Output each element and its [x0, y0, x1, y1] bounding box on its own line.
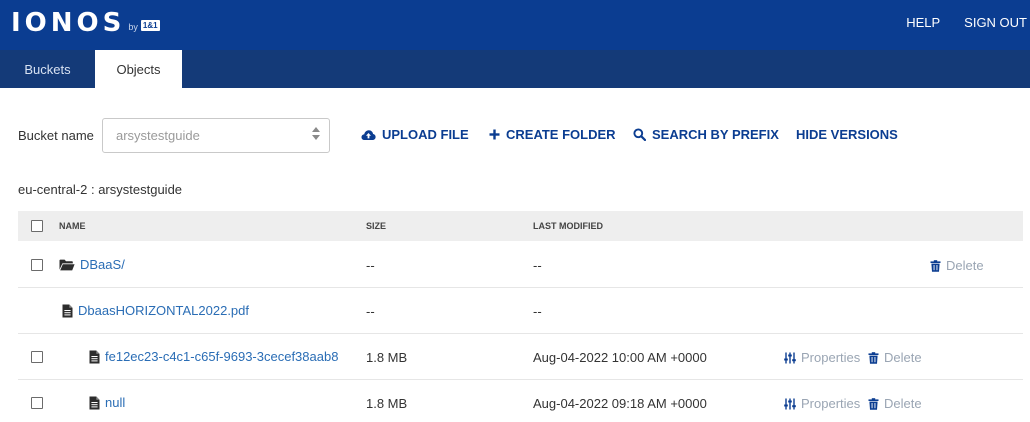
bucket-select-value: arsystestguide [116, 128, 200, 143]
row-size: 1.8 MB [366, 350, 408, 365]
search-icon [633, 128, 646, 141]
tab-objects[interactable]: Objects [95, 50, 182, 88]
delete-button[interactable]: Delete [930, 258, 984, 273]
properties-label: Properties [801, 396, 861, 411]
file-icon [89, 396, 100, 409]
select-all-checkbox[interactable] [31, 220, 43, 232]
row-name: fe12ec23-c4c1-c65f-9693-3cecef38aab8 [89, 349, 338, 364]
ionos-logo[interactable]: IONOS by 1&1 [11, 8, 160, 38]
folder-icon [59, 259, 75, 270]
logo-wordmark: IONOS [11, 8, 126, 38]
delete-button[interactable]: Delete [868, 396, 922, 411]
tab-bar: Buckets Objects [0, 50, 1030, 88]
delete-label: Delete [884, 396, 922, 411]
delete-label: Delete [884, 350, 922, 365]
logo-brand-badge: 1&1 [140, 20, 160, 31]
row-checkbox[interactable] [31, 351, 43, 363]
properties-label: Properties [801, 350, 861, 365]
select-arrows-icon [312, 127, 320, 140]
row-name: null [89, 395, 125, 410]
sign-out-link[interactable]: SIGN OUT [964, 15, 1027, 30]
row-last-modified: Aug-04-2022 10:00 AM +0000 [533, 350, 707, 365]
version-link[interactable]: null [105, 395, 125, 410]
bucket-name-label: Bucket name [18, 128, 94, 143]
column-header-last-modified[interactable]: LAST MODIFIED [533, 221, 603, 231]
file-icon [62, 304, 73, 317]
properties-button[interactable]: Properties [784, 396, 860, 411]
help-link[interactable]: HELP [906, 15, 940, 30]
row-last-modified: -- [533, 304, 542, 319]
row-name: DbaasHORIZONTAL2022.pdf [62, 303, 249, 318]
table-row: fe12ec23-c4c1-c65f-9693-3cecef38aab8 1.8… [18, 334, 1023, 380]
file-link[interactable]: DbaasHORIZONTAL2022.pdf [78, 303, 249, 318]
version-link[interactable]: fe12ec23-c4c1-c65f-9693-3cecef38aab8 [105, 349, 338, 364]
row-last-modified: -- [533, 258, 542, 273]
tab-buckets[interactable]: Buckets [0, 50, 95, 88]
delete-label: Delete [946, 258, 984, 273]
search-by-prefix-label: SEARCH BY PREFIX [652, 127, 779, 142]
create-folder-button[interactable]: CREATE FOLDER [489, 127, 616, 142]
sliders-icon [784, 398, 796, 409]
row-last-modified: Aug-04-2022 09:18 AM +0000 [533, 396, 707, 411]
top-header: IONOS by 1&1 HELP SIGN OUT [0, 0, 1030, 50]
row-checkbox[interactable] [31, 259, 43, 271]
hide-versions-button[interactable]: HIDE VERSIONS [796, 127, 898, 142]
column-header-name[interactable]: NAME [59, 221, 86, 231]
table-header: NAME SIZE LAST MODIFIED [18, 211, 1023, 241]
delete-button[interactable]: Delete [868, 350, 922, 365]
search-by-prefix-button[interactable]: SEARCH BY PREFIX [633, 127, 779, 142]
trash-icon [868, 351, 879, 364]
trash-icon [868, 397, 879, 410]
column-header-size[interactable]: SIZE [366, 221, 386, 231]
trash-icon [930, 259, 941, 272]
header-links: HELP SIGN OUT [882, 0, 1030, 45]
upload-file-button[interactable]: UPLOAD FILE [361, 127, 469, 142]
table-row: DBaaS/ -- -- Delete [18, 242, 1023, 288]
bucket-path: eu-central-2 : arsystestguide [18, 182, 183, 197]
bucket-name-select[interactable]: arsystestguide [102, 118, 330, 153]
logo-by-text: by [128, 22, 138, 32]
row-size: -- [366, 258, 375, 273]
sliders-icon [784, 352, 796, 363]
create-folder-label: CREATE FOLDER [506, 127, 616, 142]
folder-link[interactable]: DBaaS/ [80, 257, 125, 272]
properties-button[interactable]: Properties [784, 350, 860, 365]
table-row: DbaasHORIZONTAL2022.pdf -- -- [18, 288, 1023, 334]
cloud-upload-icon [361, 129, 376, 141]
file-icon [89, 350, 100, 363]
table-row: null 1.8 MB Aug-04-2022 09:18 AM +0000 P… [18, 380, 1023, 422]
row-name: DBaaS/ [59, 257, 125, 272]
row-size: -- [366, 304, 375, 319]
plus-icon [489, 129, 500, 140]
row-checkbox[interactable] [31, 397, 43, 409]
row-size: 1.8 MB [366, 396, 408, 411]
upload-file-label: UPLOAD FILE [382, 127, 469, 142]
